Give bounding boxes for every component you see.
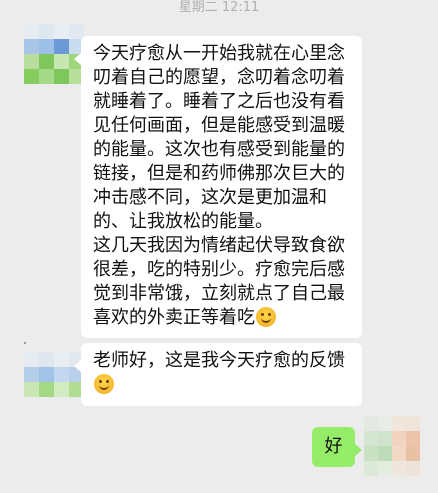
bubble-tail [74, 52, 82, 66]
message-line: 链接，但是和药师佛那次巨大的 [93, 163, 345, 184]
chat-timestamp: 星期二 12:11 [178, 0, 260, 15]
message-bubble[interactable]: 今天疗愈从一开始我就在心里念 叨着自己的愿望，念叨着念叨着 就睡着了。睡着了之后… [74, 36, 362, 338]
message-line: 好 [324, 436, 343, 457]
message-line-with-emoji [93, 373, 352, 397]
message-bubble[interactable]: 老师好，这是我今天疗愈的反馈 [74, 343, 362, 406]
message-line: 叨着自己的愿望，念叨着念叨着 [93, 67, 345, 88]
message-line: 老师好，这是我今天疗愈的反馈 [93, 350, 345, 371]
message-line: 的、让我放松的能量。 [93, 211, 273, 232]
message-line: 觉到非常饿，立刻就点了自己最 [93, 283, 345, 304]
divider-dot [24, 342, 26, 344]
my-avatar[interactable] [364, 416, 420, 476]
smiling-face-emoji [256, 307, 276, 327]
bubble-tail [74, 359, 82, 373]
message-line-with-emoji: 喜欢的外卖正等着吃 [93, 306, 352, 330]
message-line: 很差，吃的特别少。疗愈完后感 [93, 259, 345, 280]
message-line: 的能量。这次也有感受到能量的 [93, 139, 345, 160]
message-line: 就睡着了。睡着了之后也没有看 [93, 91, 345, 112]
message-line: 见任何画面，但是能感受到温暖 [93, 115, 345, 136]
chat-screen: 星期二 12:11 今天疗愈从一开始我就在心里念 叨着自己的愿望，念叨着念叨着 … [0, 0, 438, 493]
message-line: 今天疗愈从一开始我就在心里念 [93, 43, 345, 64]
bubble-tail [354, 443, 362, 457]
my-message-bubble[interactable]: 好 [312, 427, 362, 467]
message-text: 喜欢的外卖正等着吃 [93, 307, 255, 328]
message-line: 冲击感不同，这次是更加温和 [93, 187, 327, 208]
message-line: 这几天我因为情绪起伏导致食欲 [93, 235, 345, 256]
smiling-face-emoji [94, 374, 114, 394]
